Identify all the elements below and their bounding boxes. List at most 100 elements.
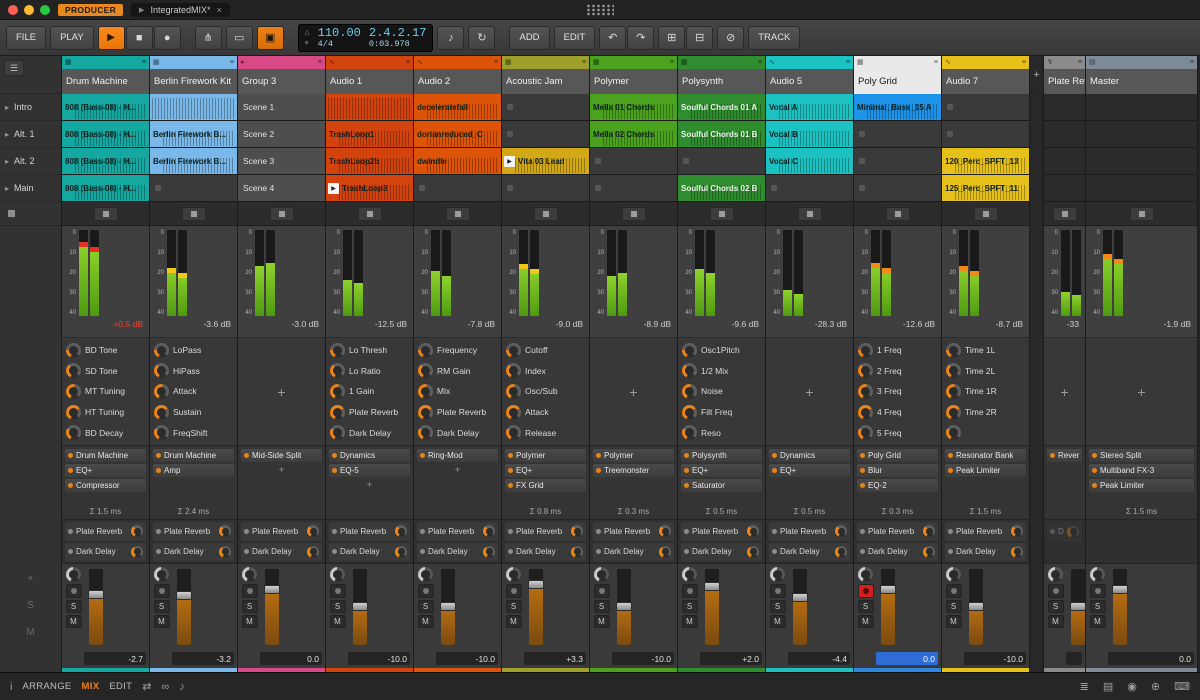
- clip[interactable]: 125_Perc_SPFT_11: [942, 175, 1029, 202]
- send-plate-reverb[interactable]: Plate Reverb: [593, 522, 674, 541]
- send-enable-icon[interactable]: [244, 549, 249, 555]
- add-device-button[interactable]: +: [417, 464, 498, 476]
- solo-button[interactable]: S: [945, 600, 962, 613]
- track-header[interactable]: ▦ ≡ Drum Machine: [62, 56, 149, 94]
- send-knob[interactable]: [219, 545, 231, 558]
- send-dark-delay[interactable]: Dark Delay: [945, 542, 1026, 561]
- send-dark-delay[interactable]: Dark Delay: [65, 542, 146, 561]
- add-device-button[interactable]: +: [329, 479, 410, 491]
- clock-readout[interactable]: 0:03.978: [369, 39, 427, 49]
- send-plate-reverb[interactable]: Plate Reverb: [681, 522, 762, 541]
- device-enable-icon[interactable]: [772, 468, 777, 473]
- device[interactable]: EQ-5: [329, 464, 410, 477]
- scene-menu-icon[interactable]: ☰: [4, 60, 24, 76]
- send-enable-icon[interactable]: [860, 549, 865, 555]
- send-enable-icon[interactable]: [332, 549, 337, 555]
- send-dark-delay[interactable]: Dark Delay: [153, 542, 234, 561]
- mute-button[interactable]: M: [241, 615, 258, 628]
- macro-knob[interactable]: [154, 404, 169, 420]
- tempo-readout[interactable]: 110.00: [318, 27, 361, 39]
- track-header[interactable]: ∿ ≡ Audio 2: [414, 56, 501, 94]
- minimize-window-icon[interactable]: [24, 4, 34, 15]
- clip[interactable]: dwindle: [414, 148, 501, 175]
- clip-slot-empty[interactable]: [854, 121, 941, 148]
- add-device-button[interactable]: +: [1048, 341, 1081, 442]
- clip-slot-empty[interactable]: [502, 94, 589, 121]
- device-enable-icon[interactable]: [508, 453, 513, 458]
- tab-mix[interactable]: MIX: [82, 681, 100, 692]
- macro-knob[interactable]: [858, 404, 873, 420]
- clip[interactable]: Berlin Firework B...: [150, 148, 237, 175]
- track-menu-button[interactable]: TRACK: [748, 25, 801, 50]
- clip[interactable]: dorianreduced_C: [414, 121, 501, 148]
- device-enable-icon[interactable]: [684, 453, 689, 458]
- device[interactable]: Peak Limiter: [945, 464, 1026, 477]
- scene-play-icon[interactable]: ▸: [5, 130, 9, 139]
- volume-readout[interactable]: 0.0: [876, 652, 938, 665]
- clip[interactable]: 808 (Bass-08) - H...: [62, 121, 149, 148]
- mute-button[interactable]: M: [329, 615, 346, 628]
- stop-clips-button[interactable]: [445, 206, 470, 221]
- close-tab-icon[interactable]: ×: [216, 5, 221, 15]
- track-header[interactable]: ▦ ≡ Polymer: [590, 56, 677, 94]
- fader-handle[interactable]: [968, 602, 984, 611]
- clip[interactable]: Mella 02 Chords: [590, 121, 677, 148]
- track-header[interactable]: ▦ ≡ Polysynth: [678, 56, 765, 94]
- send-enable-icon[interactable]: [68, 549, 73, 555]
- device[interactable]: Ring-Mod: [417, 449, 498, 462]
- stop-button[interactable]: ■: [125, 25, 153, 50]
- send-dark-delay[interactable]: Dark Delay: [769, 542, 850, 561]
- position-readout[interactable]: 2.4.2.17: [369, 27, 427, 39]
- clip-slot-empty[interactable]: [502, 121, 589, 148]
- clip-play-icon[interactable]: ▶: [328, 182, 339, 194]
- automation-follow-icon[interactable]: ⋔: [194, 25, 222, 50]
- macro-knob[interactable]: [330, 425, 345, 441]
- macro-knob[interactable]: [418, 363, 433, 379]
- fader-handle[interactable]: [176, 590, 192, 600]
- track-header[interactable]: ▸ ≡ Group 3: [238, 56, 325, 94]
- add-button[interactable]: ADD: [509, 25, 550, 50]
- clip-slot-empty[interactable]: [766, 175, 853, 202]
- device[interactable]: Drum Machine: [153, 449, 234, 462]
- device[interactable]: EQ+: [681, 464, 762, 477]
- device[interactable]: Peak Limiter: [1089, 479, 1194, 492]
- fader-handle[interactable]: [264, 585, 280, 595]
- macro-knob[interactable]: [858, 342, 873, 358]
- pan-knob[interactable]: [1090, 567, 1105, 582]
- macro-knob[interactable]: [506, 404, 521, 420]
- send-enable-icon[interactable]: [860, 528, 865, 534]
- pan-knob[interactable]: [858, 567, 873, 582]
- send-knob[interactable]: [923, 545, 935, 558]
- volume-readout[interactable]: -10.0: [436, 652, 498, 665]
- mute-button[interactable]: M: [505, 615, 522, 628]
- fader-handle[interactable]: [1070, 602, 1086, 611]
- play-menu-button[interactable]: PLAY: [50, 25, 94, 50]
- clip[interactable]: Minimal_Bass_15 A: [854, 94, 941, 121]
- mute-button[interactable]: M: [153, 615, 170, 628]
- send-knob[interactable]: [131, 525, 143, 538]
- clip[interactable]: TrashLoop2b: [326, 148, 413, 175]
- send-knob[interactable]: [483, 525, 495, 538]
- send-dark-delay[interactable]: Dark Delay: [241, 542, 322, 561]
- clip[interactable]: 808 (Bass-08) - H...: [62, 148, 149, 175]
- fader-handle[interactable]: [616, 602, 632, 611]
- macro-knob[interactable]: [506, 425, 521, 441]
- device[interactable]: Drum Machine: [65, 449, 146, 462]
- clip[interactable]: Soulful Chords 01 B: [678, 121, 765, 148]
- macro-knob[interactable]: [330, 342, 345, 358]
- display-profile-icon[interactable]: ▭: [225, 25, 253, 50]
- device-enable-icon[interactable]: [68, 468, 73, 473]
- send-knob[interactable]: [1011, 545, 1023, 558]
- scene-row-alt-1[interactable]: ▸ Alt. 1: [0, 121, 61, 148]
- device-enable-icon[interactable]: [860, 468, 865, 473]
- send-enable-icon[interactable]: [68, 528, 73, 534]
- send-plate-reverb[interactable]: Plate Reverb: [769, 522, 850, 541]
- macro-knob[interactable]: [66, 383, 81, 399]
- send-plate-reverb[interactable]: Plate Reverb: [945, 522, 1026, 541]
- device[interactable]: Blur: [857, 464, 938, 477]
- send-knob[interactable]: [307, 545, 319, 558]
- track-header[interactable]: ∿ ≡ Audio 1: [326, 56, 413, 94]
- volume-readout[interactable]: -10.0: [964, 652, 1026, 665]
- pan-knob[interactable]: [154, 567, 169, 582]
- volume-readout[interactable]: -4.4: [788, 652, 850, 665]
